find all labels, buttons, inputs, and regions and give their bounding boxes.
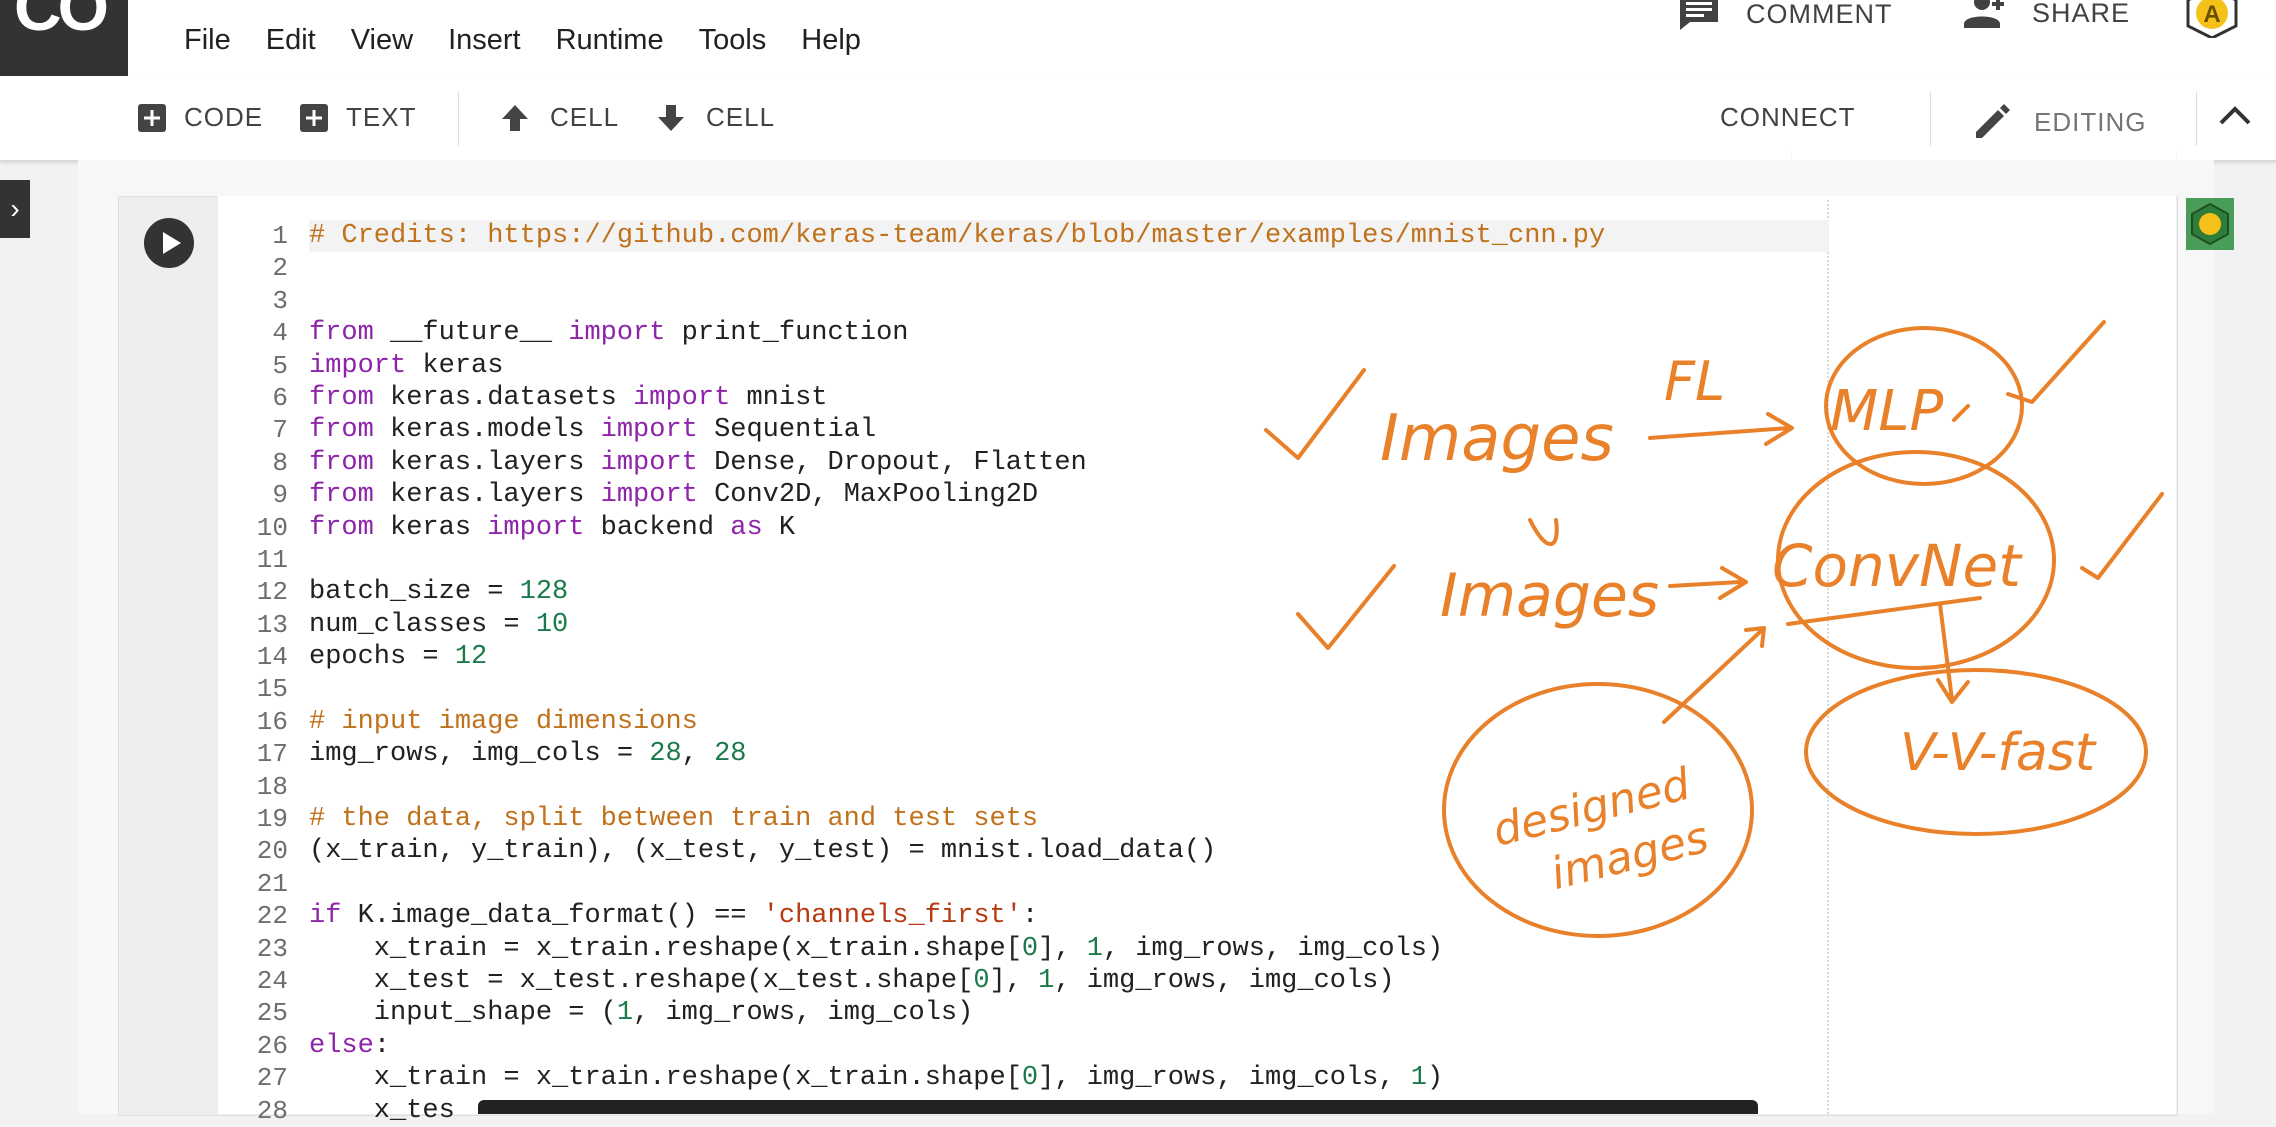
handwritten-annotations: Images FL MLP Images ConvNet V-V-fast de… xyxy=(1264,320,2164,938)
arrow-designed-to-convnet xyxy=(1662,626,1766,724)
checkmark xyxy=(1952,404,1970,422)
arrow-to-convnet xyxy=(1668,566,1748,600)
annotation-convnet: ConvNet xyxy=(1772,532,2023,600)
underline-convnet xyxy=(1786,596,1982,626)
image-bracket xyxy=(1528,518,1559,546)
arrow-down-to-vvfast xyxy=(1936,602,1970,704)
checkmark xyxy=(2006,320,2106,404)
annotation-images-1: Images xyxy=(1380,402,1614,476)
arrow-to-mlp xyxy=(1648,412,1794,446)
checkmark xyxy=(2080,492,2164,580)
annotation-vvfast: V-V-fast xyxy=(1900,723,2097,783)
video-control-bar xyxy=(478,1100,1758,1114)
checkmark xyxy=(1296,564,1396,650)
annotation-fl: FL xyxy=(1664,350,1725,413)
annotation-designed-images: designedimages xyxy=(1488,757,1714,911)
checkmark xyxy=(1264,368,1366,460)
annotation-mlp: MLP xyxy=(1830,379,1944,444)
annotation-images-2: Images xyxy=(1440,561,1659,631)
